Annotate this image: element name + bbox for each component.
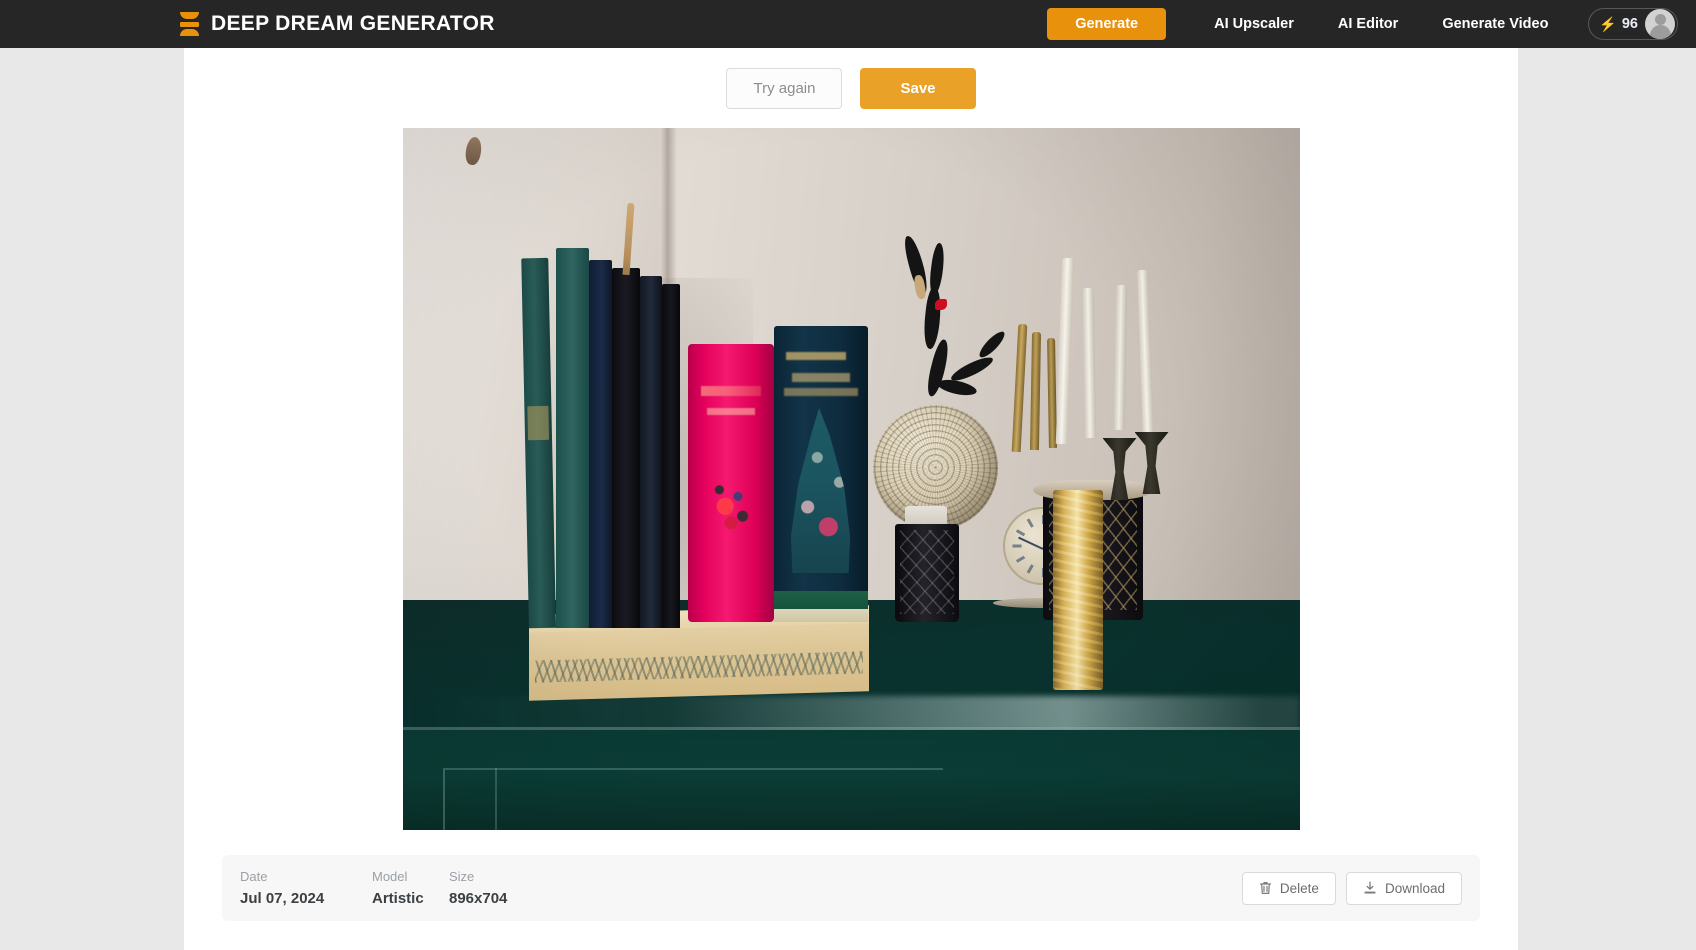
gold-candle-2 bbox=[1029, 331, 1041, 451]
generate-button[interactable]: Generate bbox=[1047, 8, 1167, 40]
download-icon bbox=[1363, 881, 1377, 895]
metadata-model-label: Model bbox=[372, 869, 408, 884]
gold-candle-3 bbox=[1046, 337, 1057, 449]
metadata-fields: Date Jul 07, 2024 Model Artistic Size 89… bbox=[222, 869, 589, 907]
metadata-actions: Delete Download bbox=[1241, 871, 1480, 905]
try-again-button[interactable]: Try again bbox=[726, 68, 843, 109]
metadata-model-value: Artistic bbox=[372, 890, 424, 907]
metadata-date-label: Date bbox=[240, 869, 268, 884]
book-black-2 bbox=[661, 284, 680, 628]
hourglass-logo-icon bbox=[180, 12, 199, 36]
user-avatar[interactable] bbox=[1645, 9, 1675, 39]
teal-floral-box bbox=[773, 326, 868, 622]
brand-title: DEEP DREAM GENERATOR bbox=[211, 12, 495, 35]
metadata-size-label: Size bbox=[449, 869, 475, 884]
credits-badge[interactable]: ⚡ 96 bbox=[1588, 8, 1678, 40]
black-branch-sculpture bbox=[883, 234, 1013, 410]
nav-right-group: Generate AI Upscaler AI Editor Generate … bbox=[1047, 0, 1696, 48]
nav-link-ai-editor[interactable]: AI Editor bbox=[1316, 16, 1420, 32]
action-button-row: Try again Save bbox=[184, 48, 1518, 109]
credits-count: 96 bbox=[1621, 16, 1638, 32]
book-navy-1 bbox=[588, 260, 612, 628]
download-button-label: Download bbox=[1384, 880, 1445, 896]
book-black-1 bbox=[611, 268, 640, 628]
book-green-2 bbox=[555, 248, 589, 628]
nav-link-generate-video[interactable]: Generate Video bbox=[1420, 16, 1570, 32]
lightning-bolt-icon: ⚡ bbox=[1599, 16, 1617, 32]
delete-button-label: Delete bbox=[1279, 880, 1319, 896]
white-candle-2 bbox=[1082, 287, 1096, 439]
cabinet-front-panel bbox=[402, 730, 1300, 830]
metadata-size: Size 896x704 bbox=[449, 869, 589, 907]
pink-gift-tube bbox=[687, 344, 774, 622]
nav-link-ai-upscaler[interactable]: AI Upscaler bbox=[1192, 16, 1316, 32]
metadata-date: Date Jul 07, 2024 bbox=[240, 869, 372, 907]
metadata-size-value: 896x704 bbox=[449, 890, 508, 907]
black-patterned-pot bbox=[894, 524, 959, 622]
gold-cylinder-vase bbox=[1052, 490, 1103, 690]
delete-button[interactable]: Delete bbox=[1241, 871, 1336, 905]
metadata-model: Model Artistic bbox=[372, 869, 449, 907]
white-candle-3 bbox=[1113, 284, 1127, 431]
top-navigation-bar: DEEP DREAM GENERATOR Generate AI Upscale… bbox=[0, 0, 1696, 48]
metadata-date-value: Jul 07, 2024 bbox=[240, 890, 325, 907]
brand-logo[interactable]: DEEP DREAM GENERATOR bbox=[180, 12, 495, 36]
generated-image-container bbox=[184, 128, 1518, 830]
metadata-panel: Date Jul 07, 2024 Model Artistic Size 89… bbox=[222, 855, 1480, 921]
trash-icon bbox=[1259, 881, 1272, 895]
save-button[interactable]: Save bbox=[860, 68, 976, 109]
generated-image[interactable] bbox=[402, 128, 1300, 830]
content-card: Try again Save Date Jul 07, 2024 Model A… bbox=[184, 48, 1518, 950]
download-button[interactable]: Download bbox=[1345, 871, 1462, 905]
book-navy-2 bbox=[639, 276, 662, 628]
